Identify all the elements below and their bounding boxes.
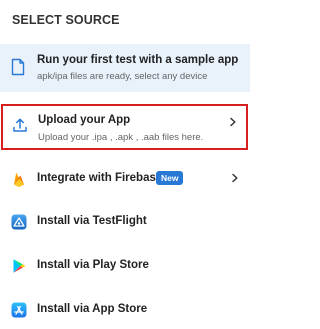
upload-icon [13, 118, 27, 132]
upload-app-option[interactable]: Upload your App Upload your .ipa , .apk … [1, 104, 248, 150]
sample-app-subtitle: apk/ipa files are ready, select any devi… [37, 71, 208, 82]
play-store-icon [13, 259, 26, 273]
sample-app-title: Run your first test with a sample app [37, 54, 239, 66]
section-title: SELECT SOURCE [12, 13, 120, 27]
firebase-icon [14, 172, 24, 187]
document-icon [11, 58, 25, 76]
chevron-right-icon [230, 117, 236, 127]
app-store-option[interactable]: Install via App Store [0, 289, 250, 329]
app-store-icon [11, 302, 27, 318]
app-store-title: Install via App Store [37, 303, 148, 315]
play-store-title: Install via Play Store [37, 259, 149, 271]
firebase-title: Integrate with Firebase [37, 172, 163, 184]
upload-app-title: Upload your App [38, 114, 131, 126]
testflight-option[interactable]: Install via TestFlight [0, 201, 250, 245]
testflight-icon [11, 214, 27, 230]
new-badge: New [156, 171, 184, 185]
testflight-title: Install via TestFlight [37, 215, 147, 227]
upload-app-subtitle: Upload your .ipa , .apk , .aab files her… [38, 132, 204, 143]
firebase-option[interactable]: Integrate with Firebase New [0, 157, 250, 201]
sample-app-option[interactable]: Run your first test with a sample app ap… [0, 44, 250, 92]
play-store-option[interactable]: Install via Play Store [0, 245, 250, 289]
chevron-right-icon [232, 173, 238, 183]
